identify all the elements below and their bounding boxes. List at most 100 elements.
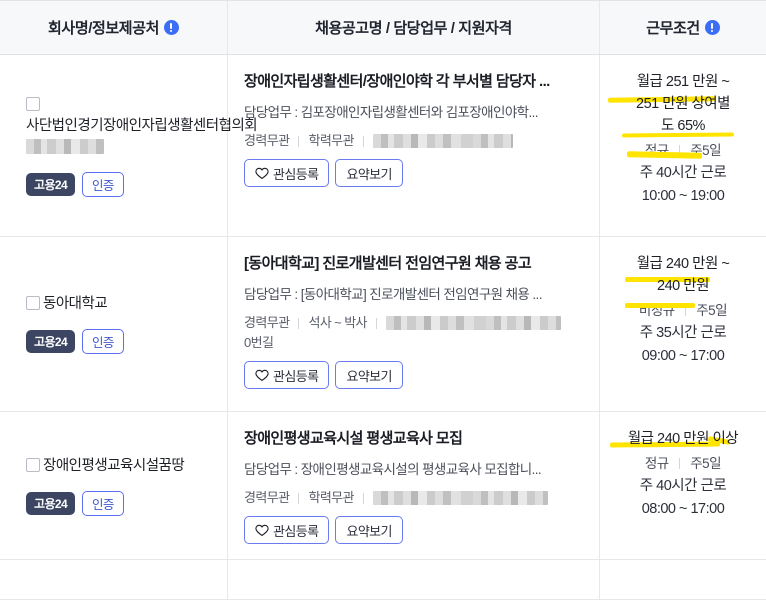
posting-duty: 담당업무 : 김포장애인자립생활센터와 김포장애인야학... (244, 105, 539, 120)
tag-education: 석사 ~ 박사 (308, 315, 367, 330)
summary-button[interactable]: 요약보기 (335, 159, 403, 187)
posting-title[interactable]: 장애인평생교육시설 평생교육사 모집 (244, 428, 583, 449)
column-header-posting-label: 채용공고명 / 담당업무 / 지원자격 (315, 20, 512, 37)
interest-button[interactable]: 관심등록 (244, 159, 330, 187)
tag-career: 경력무관 (244, 315, 290, 330)
tag-divider (298, 135, 300, 147)
tag-divider (375, 317, 377, 329)
redacted-company-text (26, 138, 104, 154)
badge-verified: 인증 (82, 490, 124, 516)
employment-type: 비정규 (638, 303, 675, 318)
employment-type: 정규 (644, 456, 669, 471)
cell-company: 장애인평생교육시설꿈땅 고용24 인증 (0, 412, 228, 559)
cell-posting (228, 560, 600, 599)
employment-type: 정규 (644, 143, 669, 158)
interest-button-label: 관심등록 (273, 166, 319, 182)
employment-info: 정규 주5일 (610, 453, 756, 475)
company-badges: 고용24 인증 (26, 329, 213, 354)
posting-title[interactable]: [동아대학교] 진로개발센터 전임연구원 채용 공고 (244, 253, 583, 274)
badge-verified: 인증 (82, 171, 124, 197)
summary-button[interactable]: 요약보기 (335, 516, 403, 544)
column-header-condition: 근무조건 (600, 1, 766, 54)
summary-button-label: 요약보기 (346, 166, 392, 182)
interest-button[interactable]: 관심등록 (244, 361, 330, 389)
heart-icon (255, 167, 269, 179)
table-row[interactable]: 장애인평생교육시설꿈땅 고용24 인증 장애인평생교육시설 평생교육사 모집 담… (0, 412, 766, 560)
condition-divider (678, 458, 680, 469)
salary-line-2: 240 만원 (657, 278, 709, 294)
employment-info: 비정규 주5일 (610, 300, 756, 322)
column-header-condition-label: 근무조건 (646, 20, 700, 37)
interest-button-label: 관심등록 (273, 523, 319, 539)
condition-divider (678, 145, 680, 156)
work-time: 09:00 ~ 17:00 (641, 348, 725, 364)
table-row[interactable] (0, 560, 766, 600)
posting-title[interactable]: 장애인자립생활센터/장애인야학 각 부서별 담당자 ... (244, 71, 583, 92)
tag-education: 학력무관 (308, 490, 354, 505)
column-header-posting: 채용공고명 / 담당업무 / 지원자격 (228, 1, 600, 54)
row-checkbox[interactable] (26, 296, 40, 310)
company-name-line: 사단법인경기장애인자립생활센터협의회 (26, 95, 258, 158)
row-checkbox[interactable] (26, 457, 40, 472)
posting-actions: 관심등록 요약보기 (244, 159, 583, 187)
info-icon[interactable] (704, 20, 720, 35)
badge-verified: 인증 (82, 329, 124, 354)
cell-condition: 월급 240 만원 ~ 240 만원 비정규 주5일 주 35시간 근로 09:… (600, 237, 766, 411)
posting-duty: 담당업무 : [동아대학교] 진로개발센터 전임연구원 채용 ... (244, 287, 542, 302)
condition-divider (684, 305, 686, 316)
company-name: 장애인평생교육시설꿈땅 (43, 457, 185, 474)
tag-divider (298, 492, 300, 504)
redacted-location-text (372, 134, 513, 148)
company-badges: 고용24 인증 (26, 171, 213, 197)
salary-line-1: 월급 240 만원 이상 (627, 431, 739, 447)
badge-source: 고용24 (26, 330, 76, 353)
interest-button[interactable]: 관심등록 (244, 516, 330, 544)
redacted-location-text (372, 491, 548, 505)
work-hours: 주 40시간 근로 (639, 165, 727, 181)
summary-button-label: 요약보기 (346, 368, 392, 384)
table-row[interactable]: 사단법인경기장애인자립생활센터협의회 고용24 인증 장애인자립생활센터/장애인… (0, 55, 766, 237)
company-name: 사단법인경기장애인자립생활센터협의회 (26, 117, 258, 134)
tag-divider (298, 317, 300, 329)
row-checkbox[interactable] (26, 96, 40, 111)
work-time: 10:00 ~ 19:00 (641, 188, 725, 204)
work-days: 주5일 (690, 456, 722, 471)
work-days: 주5일 (690, 143, 722, 158)
tag-career: 경력무관 (244, 490, 290, 505)
company-name: 동아대학교 (43, 296, 108, 312)
tag-divider (362, 135, 364, 147)
posting-tags: 경력무관 석사 ~ 박사 0번길 (244, 313, 583, 353)
tag-divider (362, 492, 364, 504)
cell-company (0, 560, 228, 599)
interest-button-label: 관심등록 (273, 368, 319, 384)
redacted-location-text (385, 316, 561, 330)
heart-icon (255, 524, 269, 536)
job-listing-table: 회사명/정보제공처 채용공고명 / 담당업무 / 지원자격 근무조건 사단법인경… (0, 0, 766, 600)
company-name-line: 장애인평생교육시설꿈땅 (26, 456, 213, 477)
posting-tags: 경력무관 학력무관 (244, 131, 583, 151)
badge-source: 고용24 (26, 172, 76, 196)
column-header-company-label: 회사명/정보제공처 (48, 20, 159, 37)
work-hours: 주 40시간 근로 (639, 478, 727, 494)
company-badges: 고용24 인증 (26, 490, 213, 516)
tag-location-extra: 0번길 (244, 335, 274, 350)
salary-line-1: 월급 251 만원 ~ (636, 74, 730, 90)
table-row[interactable]: 동아대학교 고용24 인증 [동아대학교] 진로개발센터 전임연구원 채용 공고… (0, 237, 766, 412)
work-hours: 주 35시간 근로 (639, 325, 727, 341)
summary-button[interactable]: 요약보기 (335, 361, 403, 389)
cell-posting: [동아대학교] 진로개발센터 전임연구원 채용 공고 담당업무 : [동아대학교… (228, 237, 600, 411)
cell-condition: 월급 251 만원 ~ 251 만원 상여별 도 65% 정규 주5일 주 40… (600, 55, 766, 236)
tag-career: 경력무관 (244, 133, 290, 148)
posting-actions: 관심등록 요약보기 (244, 361, 583, 389)
table-header: 회사명/정보제공처 채용공고명 / 담당업무 / 지원자격 근무조건 (0, 1, 766, 55)
badge-source: 고용24 (26, 491, 76, 515)
salary-line-1: 월급 240 만원 ~ (636, 256, 730, 272)
posting-duty: 담당업무 : 장애인평생교육시설의 평생교육사 모집합니... (244, 462, 542, 477)
info-icon[interactable] (163, 20, 179, 35)
work-days: 주5일 (696, 303, 728, 318)
cell-posting: 장애인자립생활센터/장애인야학 각 부서별 담당자 ... 담당업무 : 김포장… (228, 55, 600, 236)
tag-education: 학력무관 (308, 133, 354, 148)
salary-line-2: 251 만원 상여별 (636, 96, 730, 112)
cell-condition (600, 560, 766, 599)
cell-posting: 장애인평생교육시설 평생교육사 모집 담당업무 : 장애인평생교육시설의 평생교… (228, 412, 600, 559)
